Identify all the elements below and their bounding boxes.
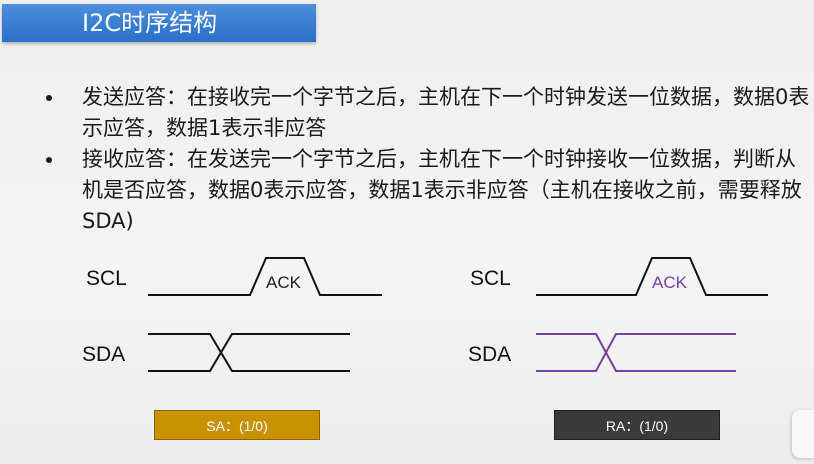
- scl-waveform: [148, 257, 382, 296]
- ack-label: ACK: [652, 273, 688, 292]
- legend-send-ack: SA：(1/0): [154, 410, 320, 440]
- sda-waveform-low: [536, 333, 736, 372]
- bullet-list: 发送应答：在接收完一个字节之后，主机在下一个时钟发送一位数据，数据0表示应答，数…: [46, 82, 814, 237]
- sda-waveform-high: [536, 333, 736, 372]
- corner-widget[interactable]: [792, 410, 814, 458]
- scl-label: SCL: [470, 267, 511, 290]
- bullet-text: 接收应答：在发送完一个字节之后，主机在下一个时钟接收一位数据，判断从机是否应答，…: [82, 147, 802, 233]
- scl-label: SCL: [86, 267, 127, 290]
- timing-diagram-send-ack: SCL ACK SDA: [82, 257, 382, 372]
- bullet-item-send-ack: 发送应答：在接收完一个字节之后，主机在下一个时钟发送一位数据，数据0表示应答，数…: [46, 82, 814, 144]
- ack-label: ACK: [266, 273, 302, 292]
- bullet-item-receive-ack: 接收应答：在发送完一个字节之后，主机在下一个时钟接收一位数据，判断从机是否应答，…: [46, 144, 814, 237]
- sda-waveform-low: [148, 333, 350, 372]
- timing-diagram-receive-ack: SCL ACK SDA: [468, 257, 768, 372]
- sda-label: SDA: [468, 343, 511, 366]
- legend-receive-ack: RA：(1/0): [554, 410, 720, 440]
- bullet-dot-icon: [46, 157, 52, 163]
- title-bar: I2C时序结构: [2, 4, 316, 42]
- sda-waveform-high: [148, 333, 350, 372]
- bullet-dot-icon: [46, 95, 52, 101]
- page-title: I2C时序结构: [82, 9, 218, 37]
- sda-label: SDA: [82, 343, 125, 366]
- bullet-text: 发送应答：在接收完一个字节之后，主机在下一个时钟发送一位数据，数据0表示应答，数…: [82, 85, 810, 140]
